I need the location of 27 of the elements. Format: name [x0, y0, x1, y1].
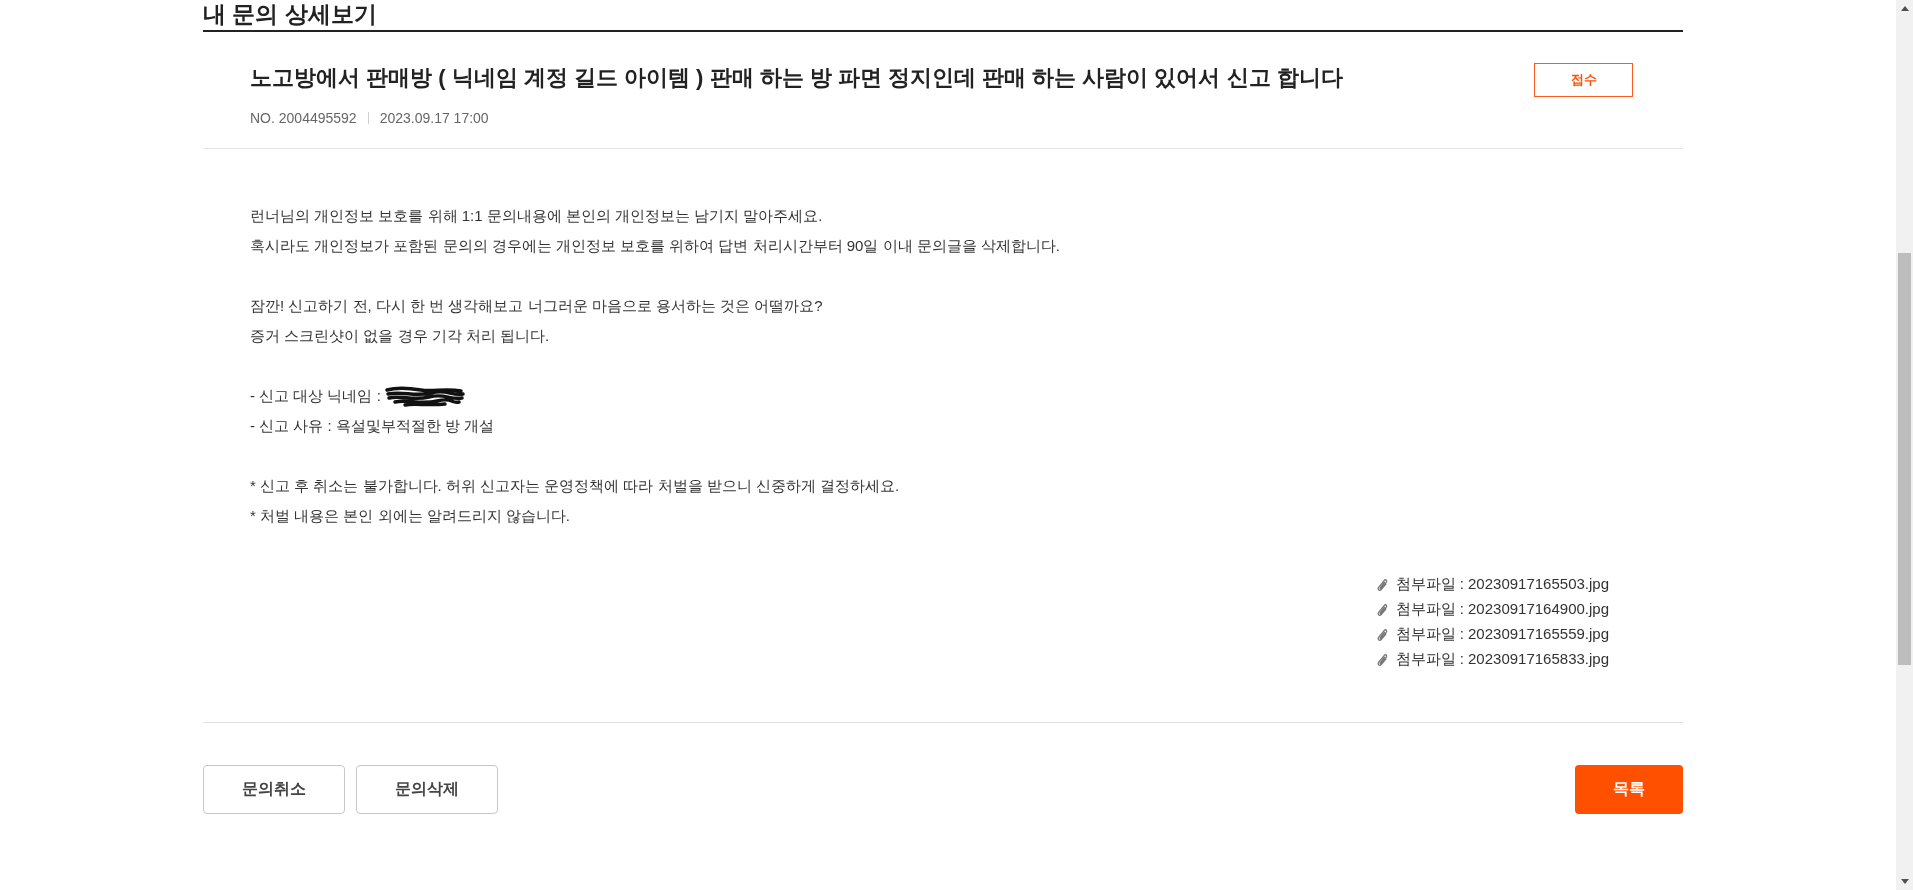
attachment-link[interactable]: 첨부파일 : 20230917164900.jpg: [1375, 597, 1609, 622]
body-text: 잠깐! 신고하기 전, 다시 한 번 생각해보고 너그러운 마음으로 용서하는 것은 어떨까요?: [250, 296, 823, 316]
attachment-link[interactable]: 첨부파일 : 20230917165503.jpg: [1375, 572, 1609, 597]
body-text: 런너님의 개인정보 보호를 위해 1:1 문의내용에 본인의 개인정보는 남기지 말아주세요.: [250, 206, 823, 226]
paperclip-icon: [1375, 652, 1388, 667]
body-text: - 신고 사유 : 욕설및부적절한 방 개설: [250, 416, 495, 436]
inquiry-title: 노고방에서 판매방 ( 닉네임 계정 길드 아이템 ) 판매 하는 방 파면 정지인데 판매 하는 사람이 있어서 신고 합니다: [250, 64, 1343, 92]
scrollbar-thumb[interactable]: [1898, 253, 1911, 665]
status-badge: 접수: [1534, 63, 1633, 97]
paperclip-icon: [1375, 577, 1388, 592]
cancel-inquiry-button[interactable]: 문의취소: [203, 765, 345, 814]
attachment-link[interactable]: 첨부파일 : 20230917165559.jpg: [1375, 622, 1609, 647]
scrollbar[interactable]: [1896, 0, 1913, 890]
delete-inquiry-button[interactable]: 문의삭제: [356, 765, 498, 814]
paperclip-icon: [1375, 627, 1388, 642]
scroll-up-icon[interactable]: [1900, 6, 1909, 11]
body-text: 혹시라도 개인정보가 포함된 문의의 경우에는 개인정보 보호를 위하여 답변 처리시간부터 90일 이내 문의글을 삭제합니다.: [250, 236, 1061, 256]
page-heading: 내 문의 상세보기: [203, 0, 378, 29]
attachment-link[interactable]: 첨부파일 : 20230917165833.jpg: [1375, 647, 1609, 672]
body-text: * 처벌 내용은 본인 외에는 알려드리지 않습니다.: [250, 506, 570, 526]
body-text: 증거 스크린샷이 없을 경우 기각 처리 됩니다.: [250, 326, 550, 346]
inquiry-number: NO. 2004495592: [250, 109, 357, 128]
scroll-down-icon[interactable]: [1900, 879, 1909, 884]
paperclip-icon: [1375, 602, 1388, 617]
body-text: - 신고 대상 닉네임 :: [250, 386, 381, 406]
inquiry-date: 2023.09.17 17:00: [379, 109, 489, 128]
body-text: * 신고 후 취소는 불가합니다. 허위 신고자는 운영정책에 따라 처벌을 받으니 신중하게 결정하세요.: [250, 476, 900, 496]
